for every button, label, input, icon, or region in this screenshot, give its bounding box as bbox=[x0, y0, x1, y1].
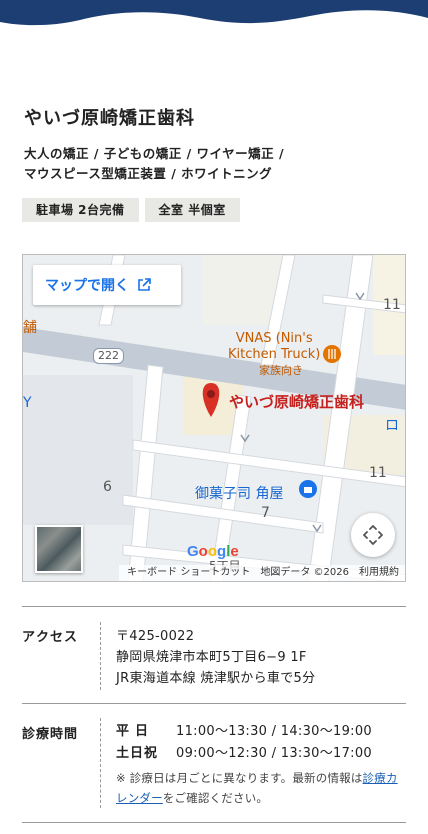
terms-link[interactable]: 利用規約 bbox=[359, 565, 399, 581]
vnas-line-1: VNAS (Nin's bbox=[235, 331, 313, 346]
map-data-text: 地図データ ©2026 bbox=[260, 567, 349, 578]
divider bbox=[22, 703, 406, 704]
map-edge-label: 舗 bbox=[23, 320, 37, 336]
satellite-toggle[interactable] bbox=[35, 525, 83, 573]
block-number: 11 bbox=[369, 465, 387, 481]
block-number: 11 bbox=[383, 297, 401, 313]
open-in-maps-link[interactable]: マップで開く bbox=[33, 265, 181, 305]
feature-tags: 駐車場 2台完備 全室 半個室 bbox=[22, 198, 240, 222]
recenter-button[interactable] bbox=[351, 513, 395, 557]
tag-semi-private: 全室 半個室 bbox=[144, 198, 240, 222]
clinic-name: やいづ原崎矯正歯科 bbox=[24, 108, 195, 129]
open-in-maps-label: マップで開く bbox=[45, 278, 129, 294]
hours-row-weekend: 土日祝 09:00〜12:30 / 13:30〜17:00 bbox=[116, 743, 372, 765]
note-suffix: をご確認ください。 bbox=[162, 791, 269, 805]
hours-time: 11:00〜13:30 / 14:30〜19:00 bbox=[176, 724, 372, 739]
treatment-line-1: 大人の矯正 / 子どもの矯正 / ワイヤー矯正 / bbox=[24, 146, 285, 161]
google-logo: Google bbox=[187, 543, 239, 560]
divider bbox=[22, 822, 406, 823]
access-details: 〒425-0022 静岡県焼津市本町5丁目6−9 1F JR東海道本線 焼津駅か… bbox=[116, 626, 315, 689]
map-edge-label: Y bbox=[23, 395, 32, 411]
postal-code: 〒425-0022 bbox=[116, 629, 195, 644]
map-label-family: 家族向き bbox=[259, 364, 303, 377]
hours-row-weekday: 平日 11:00〜13:30 / 14:30〜19:00 bbox=[116, 721, 372, 743]
map-label-kashi[interactable]: 御菓子司 角屋 bbox=[195, 483, 283, 503]
address: 静岡県焼津市本町5丁目6−9 1F bbox=[116, 650, 307, 665]
keyboard-shortcuts-link[interactable]: キーボード ショートカット bbox=[127, 565, 250, 581]
route-badge: 222 bbox=[93, 348, 124, 364]
access-divider bbox=[100, 622, 101, 690]
hours-day: 土日祝 bbox=[116, 746, 159, 761]
hours-divider bbox=[100, 718, 101, 808]
treatment-line-2: マウスピース型矯正装置 / ホワイトニング bbox=[24, 166, 273, 181]
access-label: アクセス bbox=[22, 630, 79, 645]
block-number: 7 bbox=[261, 505, 270, 521]
external-link-icon bbox=[138, 278, 151, 291]
hours-label: 診療時間 bbox=[22, 727, 79, 742]
divider bbox=[22, 606, 406, 607]
hours-note: ※ 診療日は月ごとに異なります。最新の情報は診療カレンダーをご確認ください。 bbox=[116, 768, 408, 808]
tag-parking: 駐車場 2台完備 bbox=[22, 198, 139, 222]
map-label-clinic[interactable]: やいづ原崎矯正歯科 bbox=[229, 391, 364, 412]
block-number: 6 bbox=[103, 479, 112, 495]
access-route: JR東海道本線 焼津駅から車で5分 bbox=[116, 671, 316, 686]
vnas-line-2: Kitchen Truck) bbox=[228, 347, 321, 362]
note-prefix: ※ 診療日は月ごとに異なります。最新の情報は bbox=[116, 771, 363, 785]
hours-table: 平日 11:00〜13:30 / 14:30〜19:00 土日祝 09:00〜1… bbox=[116, 721, 372, 765]
move-arrows-icon bbox=[363, 525, 383, 545]
map-attribution: キーボード ショートカット 地図データ ©2026 利用規約 bbox=[119, 565, 405, 581]
hours-day: 平日 bbox=[116, 724, 155, 739]
header-wave bbox=[0, 0, 428, 26]
embedded-map[interactable]: マップで開く 222 VNAS (Nin's Kitchen Truck) 家族… bbox=[22, 254, 406, 582]
treatment-list: 大人の矯正 / 子どもの矯正 / ワイヤー矯正 / マウスピース型矯正装置 / … bbox=[24, 144, 414, 184]
hours-time: 09:00〜12:30 / 13:30〜17:00 bbox=[176, 746, 372, 761]
map-label-vnas[interactable]: VNAS (Nin's Kitchen Truck) bbox=[228, 331, 320, 363]
map-edge-label: ロ bbox=[385, 418, 399, 434]
